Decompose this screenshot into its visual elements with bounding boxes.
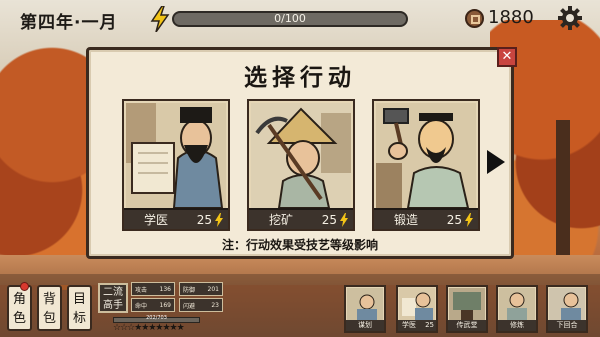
rank-badge: 二流 高手 (98, 283, 128, 313)
tree-trunk (556, 120, 570, 270)
close-button[interactable]: ✕ (497, 47, 517, 67)
card-footer: 锻造 25 (374, 208, 478, 229)
lightning-icon (150, 6, 170, 32)
card-name: 挖矿 (268, 213, 293, 227)
star-rating: ☆☆☆★★★★★★★ (113, 323, 185, 333)
card-name: 锻造 (393, 213, 418, 227)
action-card-medicine[interactable]: 学医 25 (122, 99, 230, 231)
action-label: 下回合 (548, 320, 586, 331)
rank-top: 二流 (103, 287, 123, 298)
coin-count: 1880 (488, 7, 534, 28)
lightning-icon (340, 212, 348, 227)
xp-text: 202/703 (146, 315, 167, 321)
button-label-bottom: 色 (12, 311, 26, 326)
dialog-title: 选择行动 (244, 65, 356, 91)
action-card-mining[interactable]: 挖矿 25 (247, 99, 355, 231)
stats-panel: 攻击 136 防御 201 命中 169 闪避 23 (131, 282, 223, 314)
action-label: 传武堂 (448, 320, 486, 331)
coin-icon (465, 9, 484, 28)
action-plan[interactable]: 谋划 (344, 285, 386, 333)
action-cost: 25 (425, 321, 434, 329)
next-page-arrow[interactable] (487, 150, 505, 174)
dialog-note: 注：行动效果受技艺等级影响 (221, 238, 378, 252)
stat-defense: 防御 201 (179, 282, 223, 296)
stat-attack: 攻击 136 (131, 282, 175, 296)
action-next-turn[interactable]: 下回合 (546, 285, 588, 333)
action-medicine[interactable]: 学医 25 (396, 285, 438, 333)
inventory-button[interactable]: 背 包 (37, 285, 62, 331)
action-cultivate[interactable]: 修炼 (496, 285, 538, 333)
action-label: 谋划 (346, 320, 384, 331)
blacksmith-portrait (376, 103, 476, 208)
energy-bar: 0/100 (172, 11, 408, 27)
select-action-dialog: 选择行动 ✕ 学医 25 挖矿 25 锻造 25 注：行动效果受技艺等级影响 (86, 47, 517, 259)
lightning-icon (215, 212, 223, 227)
card-cost: 25 (321, 212, 337, 227)
action-card-forging[interactable]: 锻造 25 (372, 99, 480, 231)
card-footer: 学医 25 (124, 208, 228, 229)
stat-accuracy: 命中 169 (131, 298, 175, 312)
season-label: 第四年·一月 (20, 13, 118, 33)
energy-text: 0/100 (274, 12, 306, 25)
action-label: 修炼 (498, 320, 536, 331)
character-button[interactable]: 角 色 (7, 285, 32, 331)
autumn-tree-left (0, 40, 100, 290)
miner-portrait (251, 103, 351, 208)
button-label-top: 目 (72, 292, 86, 307)
stat-evasion: 闪避 23 (179, 298, 223, 312)
card-name: 学医 (143, 213, 168, 227)
button-label-top: 角 (12, 292, 26, 307)
button-label-bottom: 标 (72, 311, 86, 326)
goals-button[interactable]: 目 标 (67, 285, 92, 331)
notification-badge (20, 282, 29, 291)
card-footer: 挖矿 25 (249, 208, 353, 229)
card-cost: 25 (196, 212, 212, 227)
lightning-icon (465, 212, 473, 227)
action-martial-hall[interactable]: 传武堂 (446, 285, 488, 333)
button-label-top: 背 (42, 292, 56, 307)
gear-icon[interactable] (558, 6, 582, 30)
scholar-portrait (126, 103, 226, 208)
button-label-bottom: 包 (42, 311, 56, 326)
rank-bottom: 高手 (103, 300, 123, 311)
card-cost: 25 (446, 212, 462, 227)
